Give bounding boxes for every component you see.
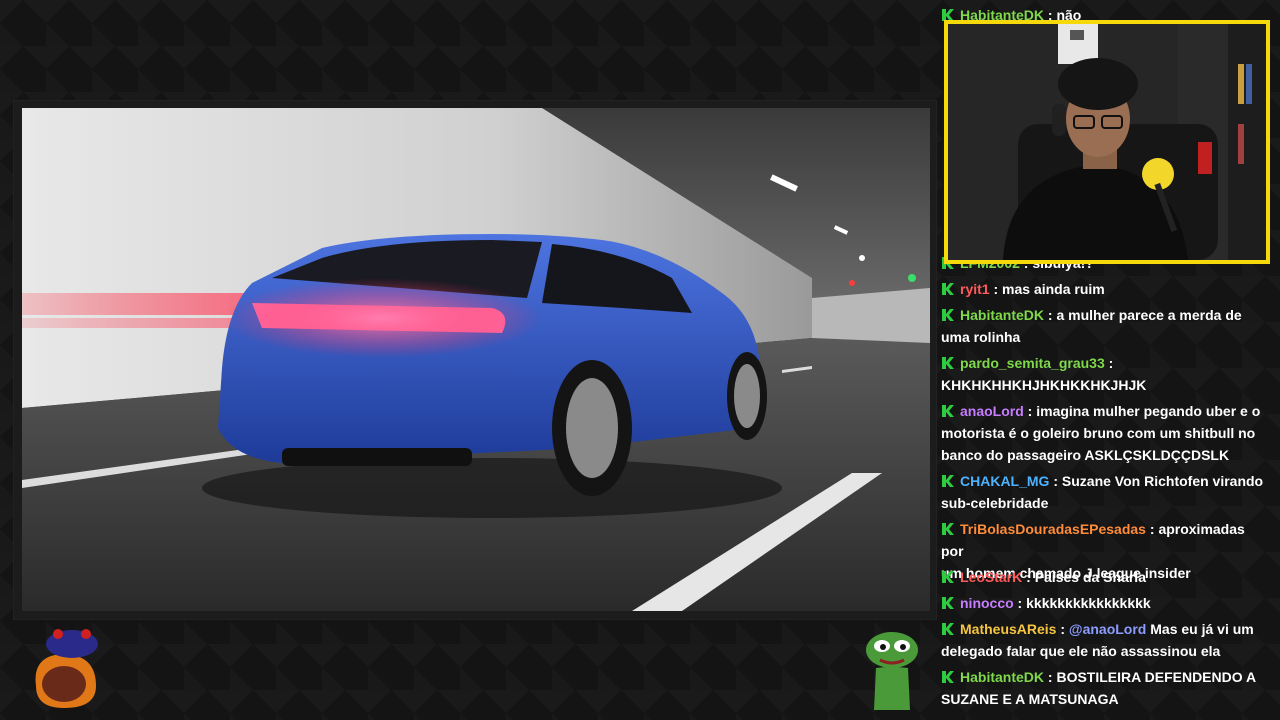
- k-badge-icon: [942, 523, 954, 535]
- chat-message: CHAKAL_MG : Suzane Von Richtofen virando…: [941, 470, 1271, 514]
- chat-text: imagina mulher pegando uber e o: [1036, 403, 1261, 419]
- chat-text: kkkkkkkkkkkkkkkk: [1026, 595, 1151, 611]
- webcam-feed: [948, 24, 1266, 260]
- k-badge-icon: [942, 475, 954, 487]
- chat-message: ninocco : kkkkkkkkkkkkkkkk: [941, 592, 1271, 614]
- chat-message: ryit1 : mas ainda ruim: [941, 278, 1271, 300]
- chat-separator: :: [1049, 473, 1062, 489]
- chat-separator: :: [989, 281, 1003, 297]
- chat-separator: :: [1022, 569, 1035, 585]
- chat-username[interactable]: ninocco: [960, 595, 1014, 611]
- chat-text: BOSTILEIRA DEFENDENDO A: [1056, 669, 1257, 685]
- pepe-frog-emote: [862, 626, 926, 712]
- chat-separator: :: [1023, 403, 1037, 419]
- chat-username[interactable]: HabitanteDK: [960, 307, 1044, 323]
- chat-username[interactable]: pardo_semita_grau33: [960, 355, 1105, 371]
- chat-message: LeoStarK : Países da Sharia: [941, 566, 1271, 588]
- k-badge-icon: [942, 357, 954, 369]
- chat-text: Mas eu já vi um: [1146, 621, 1254, 637]
- k-badge-icon: [942, 309, 954, 321]
- mascot-emote: [22, 626, 106, 712]
- chat-text: delegado falar que ele não assassinou el…: [941, 643, 1221, 659]
- k-badge-icon: [942, 571, 954, 583]
- chat-text: uma rolinha: [941, 329, 1021, 345]
- video-scene: [22, 108, 930, 611]
- chat-text: mas ainda ruim: [1002, 281, 1105, 297]
- chat-username[interactable]: LeoStarK: [960, 569, 1022, 585]
- chat-text: Países da Sharia: [1034, 569, 1146, 585]
- chat-message: anaoLord : imagina mulher pegando uber e…: [941, 400, 1271, 466]
- webcam-overlay: [944, 20, 1270, 264]
- chat-text: banco do passageiro ASKLÇSKLDÇÇDSLK: [941, 447, 1230, 463]
- chat-mention[interactable]: @anaoLord: [1069, 621, 1146, 637]
- k-badge-icon: [942, 671, 954, 683]
- k-badge-icon: [942, 283, 954, 295]
- chat-text: sub-celebridade: [941, 495, 1049, 511]
- main-video[interactable]: [22, 108, 930, 611]
- chat-message: pardo_semita_grau33 : KHKHKHHKHJHKHKKHKJH…: [941, 352, 1271, 396]
- chat-separator: :: [1044, 669, 1057, 685]
- chat-text: motorista é o goleiro bruno com um shitb…: [941, 425, 1256, 441]
- chat-username[interactable]: HabitanteDK: [960, 669, 1044, 685]
- chat-text: a mulher parece a merda de: [1056, 307, 1242, 323]
- chat-separator: :: [1013, 595, 1027, 611]
- chat-message: MatheusAReis : @anaoLord Mas eu já vi um…: [941, 618, 1271, 662]
- chat-text: Suzane Von Richtofen virando: [1061, 473, 1264, 489]
- chat-text: KHKHKHHKHJHKHKKHKJHJK: [941, 377, 1147, 393]
- chat-message: HabitanteDK : a mulher parece a merda de…: [941, 304, 1271, 348]
- chat-username[interactable]: TriBolasDouradasEPesadas: [960, 521, 1146, 537]
- chat-text: SUZANE E A MATSUNAGA: [941, 691, 1119, 707]
- chat-message: HabitanteDK : BOSTILEIRA DEFENDENDO A SUZ…: [941, 666, 1271, 710]
- chat-username[interactable]: MatheusAReis: [960, 621, 1056, 637]
- k-badge-icon: [942, 597, 954, 609]
- chat-separator: :: [1056, 621, 1069, 637]
- chat-username[interactable]: CHAKAL_MG: [960, 473, 1049, 489]
- chat-separator: :: [1044, 307, 1057, 323]
- chat-username[interactable]: ryit1: [960, 281, 990, 297]
- chat-username[interactable]: anaoLord: [960, 403, 1024, 419]
- k-badge-icon: [942, 405, 954, 417]
- k-badge-icon: [942, 623, 954, 635]
- chat-separator: :: [1104, 355, 1114, 371]
- chat-separator: :: [1145, 521, 1159, 537]
